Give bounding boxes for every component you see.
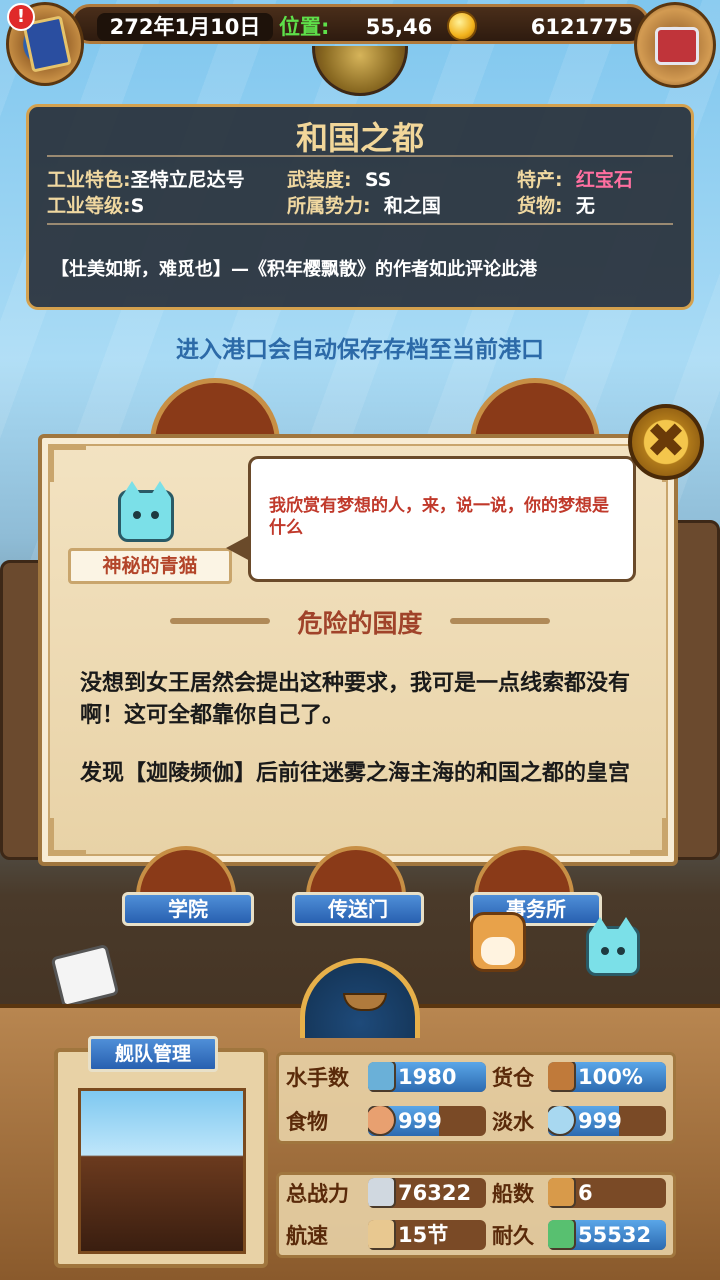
- divider: [47, 155, 673, 157]
- combat-power-label: 总战力: [286, 1182, 349, 1206]
- port-name: 和国之都: [295, 119, 424, 157]
- cat-ear: [591, 917, 609, 931]
- combat-power-value: 76322: [398, 1181, 472, 1205]
- cat-eye: [133, 511, 141, 519]
- sailors-bar: 1980: [368, 1062, 486, 1092]
- cargo-bar: 100%: [548, 1062, 666, 1092]
- speed-label: 航速: [286, 1224, 328, 1248]
- faction-label: 所属势力:: [287, 195, 371, 217]
- npc-speech-text: 我欣赏有梦想的人，来，说一说，你的梦想是什么: [269, 496, 609, 538]
- ship-icon: [343, 993, 387, 1011]
- gold-amount: 6121775: [530, 15, 633, 39]
- fleet-management-button[interactable]: 舰队管理: [88, 1036, 218, 1072]
- cargo-crate-icon: [548, 1062, 576, 1092]
- specialty-value: 红宝石: [575, 169, 633, 191]
- autosave-notice: 进入港口会自动保存存档至当前港口: [176, 337, 544, 363]
- faction: 所属势力: 和之国: [287, 191, 441, 218]
- armament-value: SS: [364, 169, 392, 191]
- port-quote: 【壮美如斯，难觅也】—《积年樱飘散》的作者如此评论此港: [51, 259, 537, 280]
- dialog-corner-decoration: [50, 446, 86, 482]
- goods-label: 货物:: [517, 195, 563, 217]
- dialog-corner-decoration: [50, 818, 86, 854]
- dog-face: [481, 937, 515, 965]
- cat-eye: [617, 947, 625, 955]
- academy-button[interactable]: 学院: [122, 892, 254, 926]
- speed-value: 15节: [398, 1223, 449, 1247]
- blue-cat-npc-avatar: [118, 481, 174, 542]
- industry-feature-value: 圣特立尼达号: [130, 169, 245, 191]
- cat-ear: [123, 481, 141, 495]
- food-value: 999: [398, 1109, 442, 1133]
- position-label: 位置:: [279, 15, 330, 39]
- position-value: 55,46: [365, 15, 433, 39]
- sail-button[interactable]: [300, 958, 420, 1038]
- faction-value: 和之国: [383, 195, 441, 217]
- ship-repair-icon: [548, 1220, 576, 1250]
- title-ornament-right: [450, 618, 550, 624]
- white-cube-npc[interactable]: [50, 943, 120, 1009]
- close-dialog-button[interactable]: ✖: [628, 404, 704, 480]
- combat-power-bar: 76322: [368, 1178, 486, 1208]
- quest-title: 危险的国度: [297, 609, 423, 638]
- treasure-chest-button[interactable]: [634, 2, 716, 88]
- port-info-panel: 和国之都 工业特色:圣特立尼达号 武装度: SS 特产: 红宝石 工业等级:S …: [26, 104, 694, 310]
- cat-ear: [617, 917, 635, 931]
- water-label: 淡水: [492, 1110, 534, 1134]
- quest-description: 没想到女王居然会提出这种要求，我可是一点线索都没有啊！这可全都靠你自己了。: [80, 671, 631, 728]
- speed-bar: 15节: [368, 1220, 486, 1250]
- ship-count-value: 6: [578, 1181, 593, 1205]
- gold-coin-icon: [447, 11, 477, 41]
- goods: 货物: 无: [517, 191, 595, 218]
- durability-label: 耐久: [492, 1224, 534, 1248]
- armament: 武装度: SS: [287, 165, 391, 192]
- alert-badge: !: [7, 3, 35, 31]
- water-value: 999: [578, 1109, 622, 1133]
- specialty: 特产: 红宝石: [517, 165, 633, 192]
- specialty-label: 特产:: [517, 169, 563, 191]
- ship-count-label: 船数: [492, 1182, 534, 1206]
- sailors-label: 水手数: [286, 1066, 349, 1090]
- top-status-bar: 272年1月10日 位置: 55,46 6121775: [70, 4, 650, 44]
- sailboat-icon: [368, 1220, 396, 1250]
- armament-label: 武装度:: [287, 169, 352, 191]
- durability-value: 55532: [578, 1223, 652, 1247]
- quest-book-button[interactable]: !: [6, 2, 84, 86]
- food-bar: 999: [368, 1106, 486, 1136]
- cargo-label: 货仓: [492, 1066, 534, 1090]
- durability-bar: 55532: [548, 1220, 666, 1250]
- water-bar: 999: [548, 1106, 666, 1136]
- industry-feature-label: 工业特色:: [47, 169, 131, 191]
- industry-level: 工业等级:S: [47, 191, 144, 218]
- treasure-chest-icon: [655, 27, 699, 65]
- food-label: 食物: [286, 1110, 328, 1134]
- npc-name-label: 神秘的青猫: [68, 548, 232, 584]
- dialog-corner-decoration: [630, 818, 666, 854]
- cat-ear: [151, 481, 169, 495]
- divider: [47, 223, 673, 225]
- quest-objective: 发现【迦陵频伽】后前往迷雾之海主海的和国之都的皇宫: [80, 761, 631, 786]
- goods-value: 无: [575, 195, 595, 217]
- cat-eye: [151, 511, 159, 519]
- industry-level-label: 工业等级:: [47, 195, 131, 217]
- game-date: 272年1月10日: [97, 13, 273, 41]
- cargo-value: 100%: [578, 1065, 643, 1089]
- fleet-ship-image[interactable]: [78, 1088, 246, 1254]
- ship-count-bar: 6: [548, 1178, 666, 1208]
- crossed-swords-icon: [368, 1178, 396, 1208]
- sailor-icon: [368, 1062, 396, 1092]
- boat-icon: [548, 1178, 576, 1208]
- speech-bubble: 我欣赏有梦想的人，来，说一说，你的梦想是什么: [248, 456, 636, 582]
- shiba-dog-npc[interactable]: [470, 912, 526, 972]
- industry-feature: 工业特色:圣特立尼达号: [47, 165, 245, 192]
- blue-cat-npc[interactable]: [586, 917, 640, 976]
- portal-button[interactable]: 传送门: [292, 892, 424, 926]
- cat-eye: [601, 947, 609, 955]
- sailors-value: 1980: [398, 1065, 457, 1089]
- industry-level-value: S: [130, 195, 145, 217]
